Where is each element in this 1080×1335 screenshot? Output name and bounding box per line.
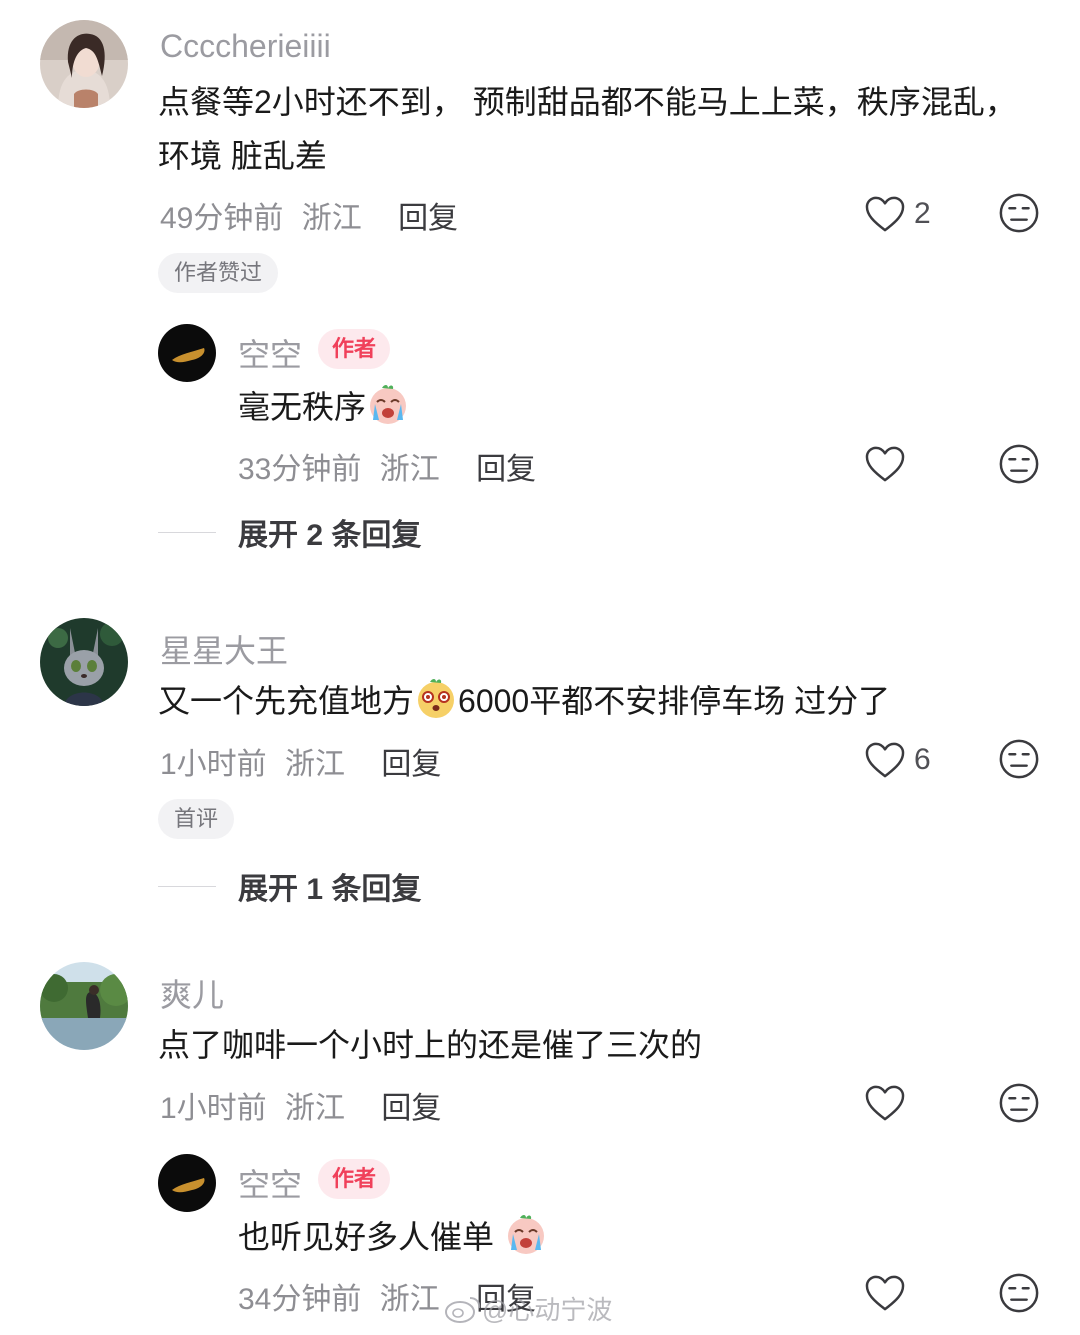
weibo-logo-icon xyxy=(445,1296,481,1323)
meh-face-icon[interactable] xyxy=(998,1272,1040,1314)
comment-text: 点餐等2小时还不到， 预制甜品都不能马上上菜，秩序混乱，环境 脏乱差 xyxy=(158,84,1017,174)
expand-replies-label: 展开 1 条回复 xyxy=(238,873,422,906)
reply-text: 也听见好多人催单 xyxy=(238,1210,548,1264)
reply-text-content: 毫无秩序 xyxy=(238,389,367,425)
meh-face-icon[interactable] xyxy=(998,443,1040,485)
avatar[interactable] xyxy=(40,618,128,706)
watermark: @心动宁波 xyxy=(444,1290,612,1327)
comment-time: 1小时前 xyxy=(160,1092,267,1125)
like-count: 2 xyxy=(914,197,931,230)
comment-username[interactable]: Ccccherieiiii xyxy=(160,28,331,65)
comment-location: 浙江 xyxy=(301,202,362,235)
heart-outline-icon[interactable] xyxy=(864,1084,906,1122)
heart-outline-icon[interactable] xyxy=(864,445,906,483)
expand-replies-button[interactable]: 展开 1 条回复 xyxy=(158,864,421,908)
meh-face-icon[interactable] xyxy=(998,738,1040,780)
crying-face-emoji xyxy=(366,382,410,426)
watermark-text: @心动宁波 xyxy=(482,1295,613,1325)
reply-avatar[interactable] xyxy=(158,324,216,382)
reply-button[interactable]: 回复 xyxy=(476,453,536,486)
meh-face-icon[interactable] xyxy=(998,1082,1040,1124)
reply-avatar[interactable] xyxy=(158,1154,216,1212)
comment-meta: 1小时前 浙江 回复 xyxy=(160,739,441,783)
author-badge: 作者 xyxy=(318,329,391,369)
reply-button[interactable]: 回复 xyxy=(381,748,441,781)
crying-face-emoji xyxy=(504,1212,548,1256)
heart-outline-icon xyxy=(864,195,906,233)
reply-username[interactable]: 空空 xyxy=(238,1160,302,1206)
comment-username[interactable]: 星星大王 xyxy=(160,626,288,672)
reply-meta: 33分钟前 浙江 回复 xyxy=(238,444,536,488)
heart-outline-icon xyxy=(864,741,906,779)
heart-outline-icon[interactable] xyxy=(864,1274,906,1312)
reply-time: 33分钟前 xyxy=(238,453,362,486)
comment-text: 点了咖啡一个小时上的还是催了三次的 xyxy=(158,1027,703,1063)
like-button[interactable]: 6 xyxy=(864,738,931,782)
reply-username[interactable]: 空空 xyxy=(238,330,302,376)
comment-location: 浙江 xyxy=(285,1092,346,1125)
author-badge: 作者 xyxy=(318,1159,391,1199)
reply-location: 浙江 xyxy=(379,1283,440,1316)
reply-location: 浙江 xyxy=(379,453,440,486)
expand-replies-button[interactable]: 展开 2 条回复 xyxy=(158,510,421,554)
comment-text-part: 6000平都不安排停车场 过分了 xyxy=(458,683,891,719)
reply-text-content: 也听见好多人催单 xyxy=(238,1219,495,1255)
comment-text: 又一个先充值地方 6000平都不安排停车场 过分了 xyxy=(158,674,890,728)
reply-time: 34分钟前 xyxy=(238,1283,362,1316)
divider xyxy=(158,531,216,533)
reply-text: 毫无秩序 xyxy=(238,380,410,434)
first-comment-tag: 首评 xyxy=(158,799,235,839)
divider xyxy=(158,885,216,887)
avatar[interactable] xyxy=(40,20,128,108)
reply-button[interactable]: 回复 xyxy=(398,202,458,235)
shocked-face-emoji xyxy=(414,676,458,720)
reply-button[interactable]: 回复 xyxy=(381,1092,441,1125)
avatar[interactable] xyxy=(40,962,128,1050)
comment-meta: 1小时前 浙江 回复 xyxy=(160,1083,441,1127)
comment-time: 49分钟前 xyxy=(160,202,284,235)
comment-username[interactable]: 爽儿 xyxy=(160,970,224,1016)
meh-face-icon[interactable] xyxy=(998,192,1040,234)
comment-time: 1小时前 xyxy=(160,748,267,781)
comment-location: 浙江 xyxy=(285,748,346,781)
like-count: 6 xyxy=(914,743,931,776)
like-button[interactable]: 2 xyxy=(864,192,931,236)
expand-replies-label: 展开 2 条回复 xyxy=(238,519,422,552)
author-liked-tag: 作者赞过 xyxy=(158,253,279,293)
comment-meta: 49分钟前 浙江 回复 xyxy=(160,193,458,237)
comment-text-part: 又一个先充值地方 xyxy=(158,683,415,719)
